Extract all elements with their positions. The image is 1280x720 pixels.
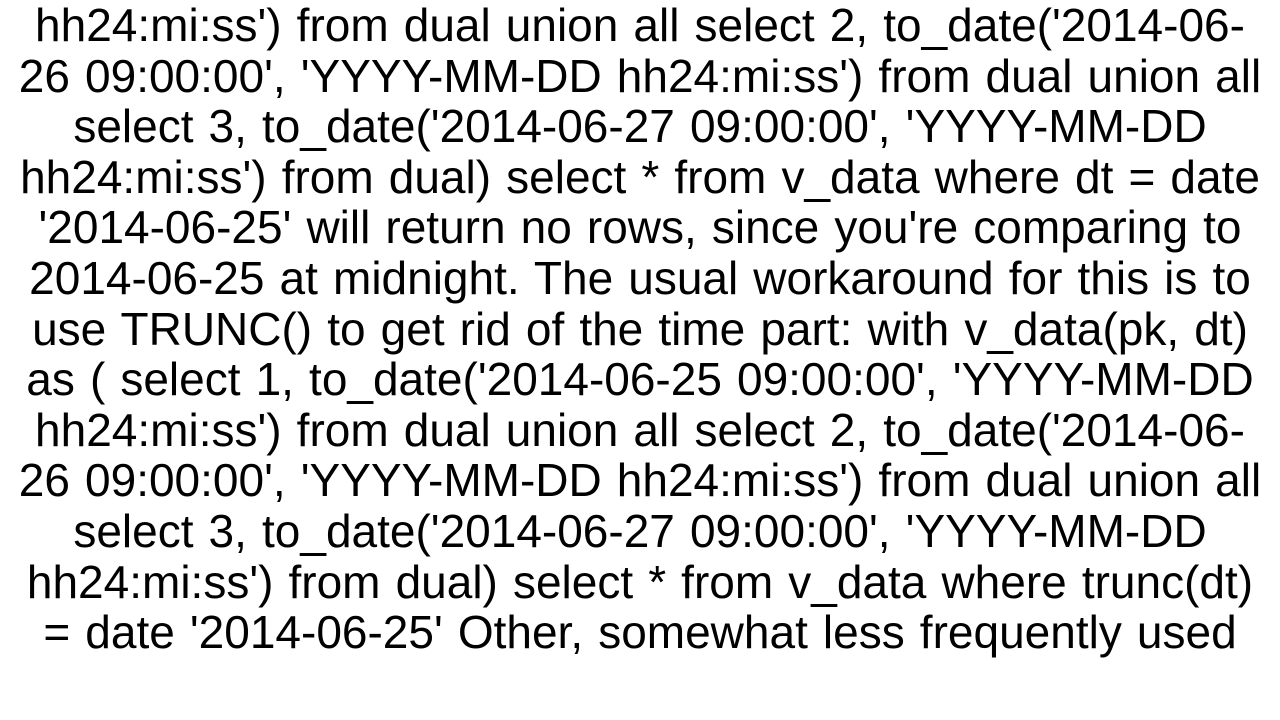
- body-text: hh24:mi:ss') from dual union all select …: [19, 0, 1261, 658]
- document-body: hh24:mi:ss') from dual union all select …: [0, 0, 1280, 658]
